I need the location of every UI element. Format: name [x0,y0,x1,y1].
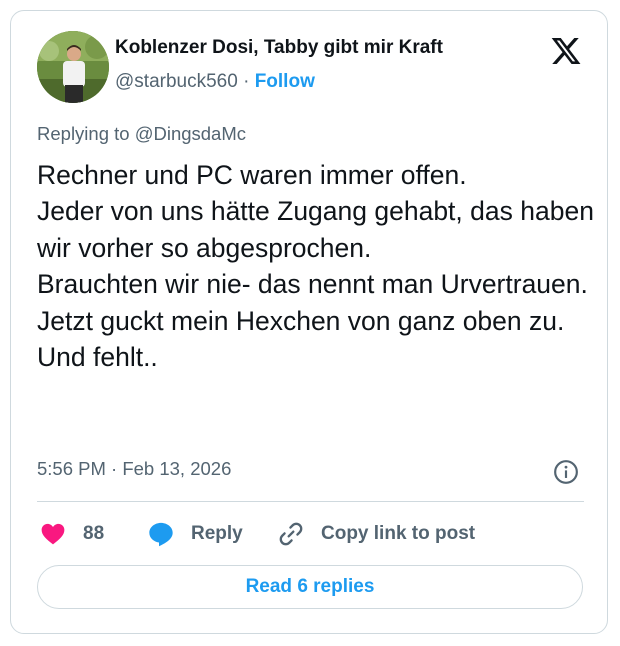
x-logo-icon[interactable] [549,35,583,67]
tweet-timestamp[interactable]: 5:56 PM · Feb 13, 2026 [37,458,231,480]
replying-to[interactable]: Replying to @DingsdaMc [37,123,246,145]
read-replies-button[interactable]: Read 6 replies [37,565,583,609]
reply-label: Reply [191,523,243,544]
author-display-name[interactable]: Koblenzer Dosi, Tabby gibt mir Kraft [115,37,443,59]
heart-icon [41,523,65,545]
copy-link-label: Copy link to post [321,523,476,544]
like-count: 88 [83,523,105,544]
tweet-text: Rechner und PC waren immer offen. Jeder … [37,160,594,373]
copy-link-button[interactable]: Copy link to post [277,517,475,551]
avatar[interactable] [37,31,109,103]
info-icon[interactable] [553,459,579,485]
author-handle[interactable]: @starbuck560 [115,71,238,92]
tweet-card: Koblenzer Dosi, Tabby gibt mir Kraft @st… [10,10,608,634]
divider [37,501,584,502]
reply-bubble-icon [149,522,173,547]
separator-dot: · [243,71,250,92]
like-button[interactable]: 88 [39,517,104,551]
link-icon [279,522,303,546]
reply-button[interactable]: Reply [147,517,243,551]
follow-button[interactable]: Follow [255,71,315,92]
author-handle-row: @starbuck560 · Follow [115,71,315,93]
